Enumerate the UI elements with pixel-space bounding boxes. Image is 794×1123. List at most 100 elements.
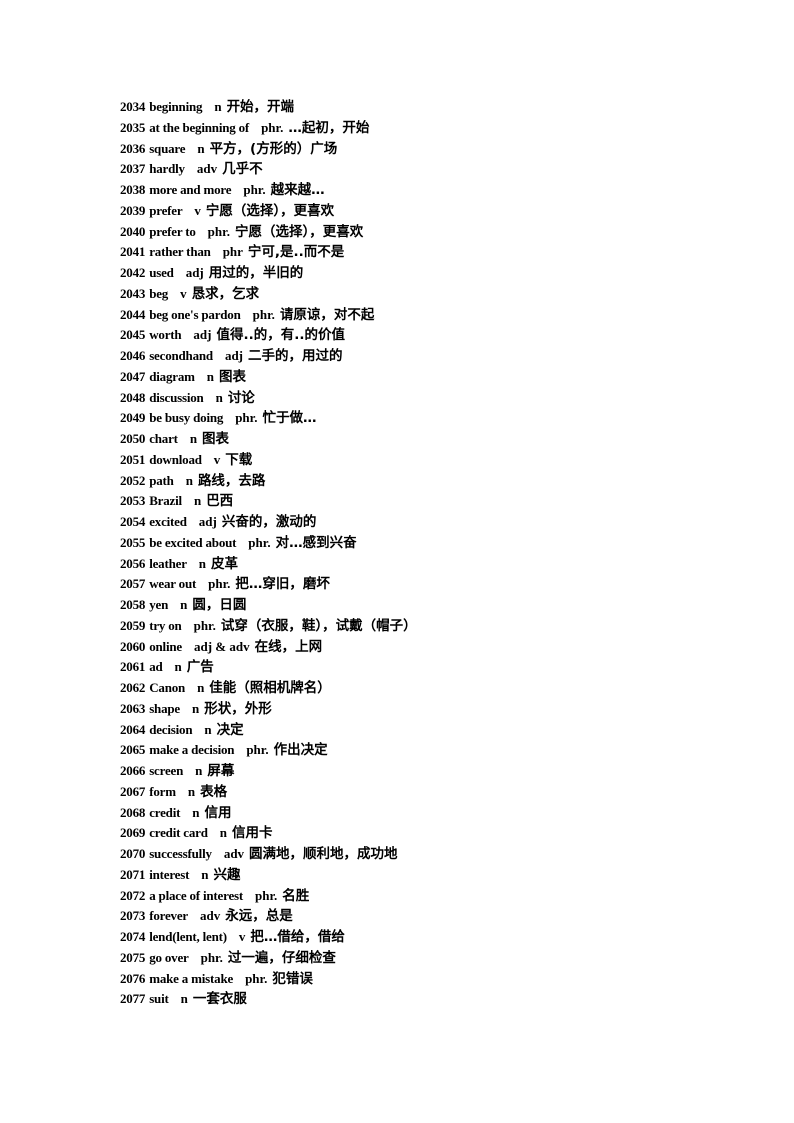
entry-number: 2053 [120,493,146,509]
entry-part-of-speech: v [194,202,201,218]
entry-number: 2050 [120,431,146,446]
entry-word: Canon [149,680,186,695]
vocab-entry: 2067 form n 表格 [120,782,720,803]
vocab-entry: 2064 decision n 决定 [120,720,720,741]
entry-word: interest [149,866,190,882]
entry-part-of-speech: n [192,700,200,716]
vocab-entry: 2068 credit n 信用 [120,803,720,824]
entry-part-of-speech: n [197,140,205,156]
entry-word: make a mistake [149,970,234,986]
vocab-entry: 2053 Brazil n 巴西 [120,491,720,512]
entry-part-of-speech: adj [185,265,204,280]
entry-meaning: 圆满地，顺利地，成功地 [249,846,398,862]
entry-number: 2057 [120,576,146,592]
vocab-entry: 2077 suit n 一套衣服 [120,989,720,1010]
entry-number: 2038 [120,182,146,197]
entry-part-of-speech: phr. [208,576,231,592]
entry-part-of-speech: adv [196,161,218,177]
entry-part-of-speech: v [238,929,246,944]
vocab-entry: 2073 forever adv 永远，总是 [120,906,720,927]
entry-meaning: 忙于做… [262,410,317,427]
entry-meaning: 讨论 [227,389,255,406]
vocab-entry: 2037 hardly adv 几乎不 [120,159,720,180]
entry-word: discussion [149,389,204,405]
entry-number: 2044 [120,306,146,322]
entry-number: 2037 [120,161,146,177]
entry-word: online [149,638,182,654]
entry-word: yen [149,597,169,612]
entry-meaning: 佳能（照相机牌名） [209,680,331,696]
entry-number: 2049 [120,410,146,426]
entry-word: make a decision [149,742,235,758]
entry-number: 2076 [120,970,146,986]
entry-meaning: 下载 [225,451,253,468]
vocab-entry: 2065 make a decision phr. 作出决定 [120,740,720,761]
entry-number: 2045 [120,327,146,343]
entry-meaning: 二手的，用过的 [248,348,343,364]
entry-word: chart [149,431,178,446]
entry-meaning: 巴西 [206,493,234,510]
entry-number: 2064 [120,721,146,737]
entry-number: 2035 [120,119,146,135]
entry-meaning: 圆，日圆 [192,597,247,613]
entry-part-of-speech: n [192,804,200,820]
entry-number: 2062 [120,680,146,695]
entry-word: path [149,472,174,488]
entry-number: 2041 [120,244,146,260]
vocab-entry: 2034 beginning n 开始，开端 [120,97,720,118]
entry-meaning: 宁愿（选择），更喜欢 [234,223,364,240]
entry-part-of-speech: phr. [245,970,268,986]
entry-word: hardly [149,161,185,177]
vocab-entry: 2063 shape n 形状，外形 [120,699,720,720]
entry-word: beg [149,285,169,301]
entry-part-of-speech: n [174,659,182,675]
entry-meaning: 决定 [216,721,244,738]
entry-part-of-speech: adv [199,908,221,924]
vocab-entry: 2058 yen n 圆，日圆 [120,595,720,616]
entry-word: beginning [149,99,203,114]
entry-number: 2070 [120,846,146,861]
entry-part-of-speech: n [180,991,188,1007]
entry-meaning: 犯错误 [272,970,313,987]
entry-part-of-speech: n [197,680,205,695]
entry-meaning: 作出决定 [273,742,328,759]
entry-part-of-speech: phr. [235,410,258,426]
vocab-entry: 2049 be busy doing phr. 忙于做… [120,408,720,429]
vocab-entry: 2041 rather than phr 宁可,是..而不是 [120,242,720,263]
vocab-entry: 2055 be excited about phr. 对…感到兴奋 [120,533,720,554]
entry-part-of-speech: n [198,555,207,571]
entry-number: 2077 [120,991,146,1007]
entry-number: 2039 [120,202,146,218]
entry-part-of-speech: n [189,431,198,446]
entry-number: 2065 [120,742,146,758]
entry-meaning: 把…穿旧，磨坏 [235,576,330,593]
entry-part-of-speech: n [193,493,202,509]
entry-part-of-speech: adj [193,327,212,343]
entry-meaning: 把…借给，借给 [250,929,345,945]
entry-word: beg one's pardon [149,306,241,322]
entry-meaning: 开始，开端 [226,99,295,115]
entry-number: 2059 [120,617,146,633]
entry-part-of-speech: n [187,783,196,799]
vocab-entry: 2039 prefer v 宁愿（选择），更喜欢 [120,201,720,222]
entry-meaning: 在线，上网 [254,638,323,655]
entry-meaning: 平方，(方形的）广场 [209,140,338,157]
entry-meaning: 形状，外形 [204,700,272,717]
entry-meaning: 图表 [202,431,230,447]
entry-word: excited [149,514,187,529]
entry-word: more and more [149,182,232,197]
entry-part-of-speech: phr. [248,534,271,550]
vocab-entry: 2047 diagram n 图表 [120,367,720,388]
vocab-entry: 2054 excited adj 兴奋的，激动的 [120,512,720,533]
entry-number: 2063 [120,700,146,716]
vocab-entry: 2036 square n 平方，(方形的）广场 [120,139,720,160]
entry-part-of-speech: n [201,866,209,882]
vocab-entry: 2056 leather n 皮革 [120,554,720,575]
entry-part-of-speech: v [213,451,221,467]
entry-number: 2046 [120,348,146,363]
vocab-entry: 2074 lend(lent, lent) v 把…借给，借给 [120,927,720,948]
vocab-entry: 2076 make a mistake phr. 犯错误 [120,969,720,990]
entry-meaning: 过一遍，仔细检查 [227,949,336,966]
entry-word: prefer [149,202,183,218]
entry-part-of-speech: n [185,472,193,488]
